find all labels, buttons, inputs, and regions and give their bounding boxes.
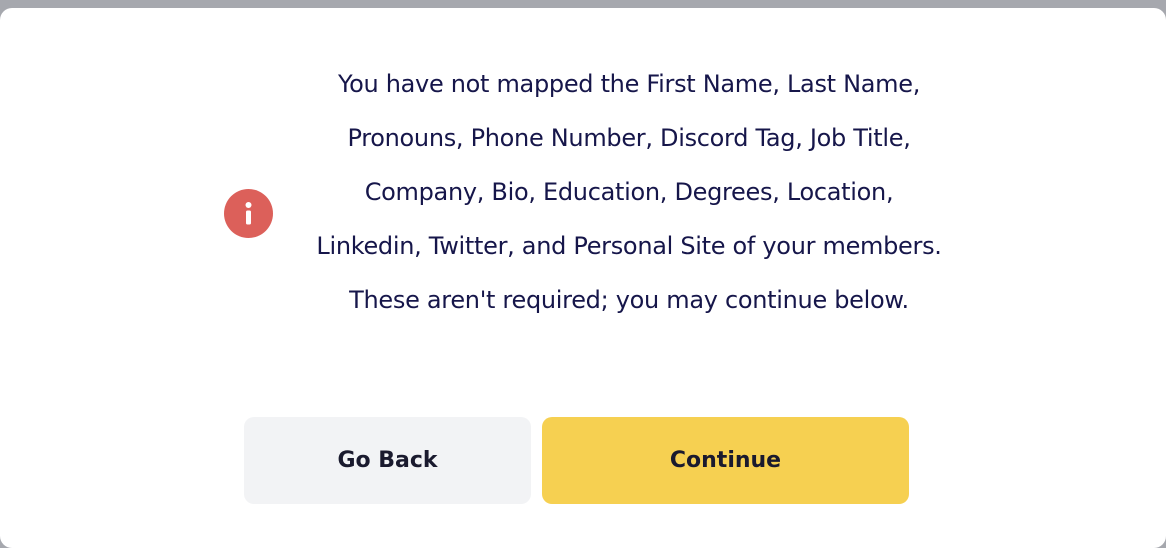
info-icon-glyph bbox=[245, 202, 252, 225]
info-alert-icon bbox=[224, 189, 273, 238]
unmapped-fields-dialog: You have not mapped the First Name, Last… bbox=[0, 8, 1166, 548]
continue-button[interactable]: Continue bbox=[542, 417, 909, 504]
go-back-button[interactable]: Go Back bbox=[244, 417, 531, 504]
dialog-message: You have not mapped the First Name, Last… bbox=[316, 70, 942, 314]
